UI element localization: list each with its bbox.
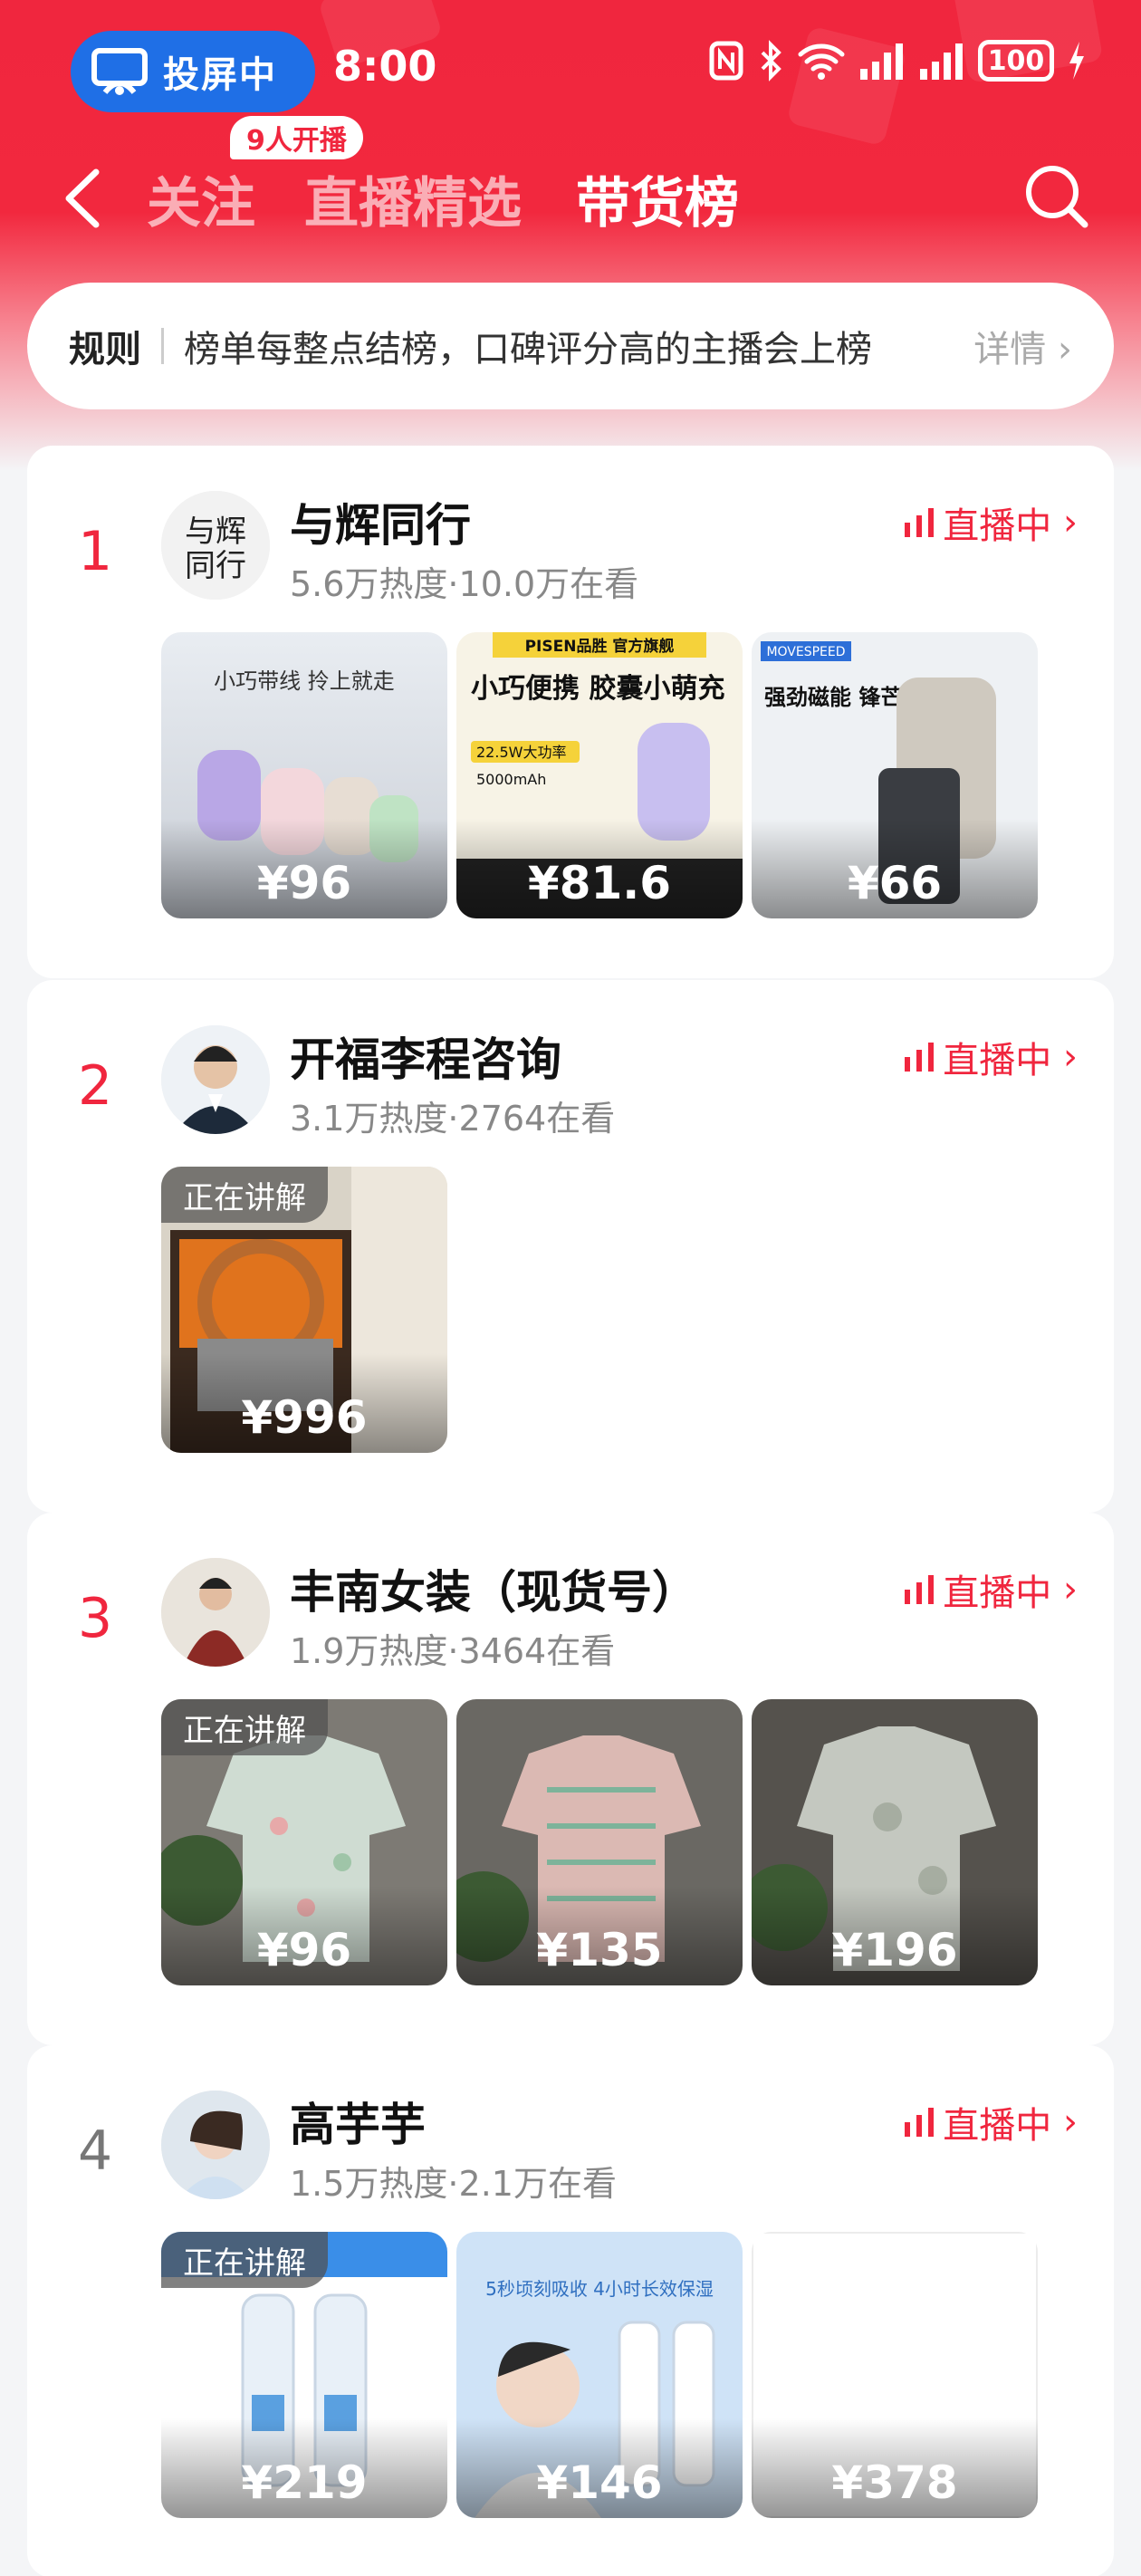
avatar[interactable] [161, 1558, 270, 1667]
rule-details-link[interactable]: 详情 › [973, 320, 1072, 372]
live-status-button[interactable]: 直播中 › [903, 1031, 1078, 1083]
rule-label: 规则 [69, 329, 141, 370]
live-bars-icon [905, 508, 935, 537]
screen-cast-icon [91, 48, 148, 95]
streamer-name: 高芋芋 [290, 2099, 426, 2151]
avatar[interactable] [161, 2091, 270, 2199]
product-list: 正在讲解 ¥219 5秒顷刻吸收 4小时长效保湿 ¥146 ¥378 [161, 2232, 1038, 2518]
signal-icon-2 [920, 43, 963, 80]
svg-text:22.5W大功率: 22.5W大功率 [476, 744, 566, 761]
streamer-name: 与辉同行 [290, 499, 471, 552]
svg-text:5000mAh: 5000mAh [476, 771, 546, 788]
explaining-badge: 正在讲解 [161, 1699, 328, 1755]
product-price: ¥135 [536, 1924, 663, 1976]
rank-number: 3 [78, 1587, 113, 1650]
avatar[interactable]: 与辉 同行 [161, 491, 270, 600]
live-status-button[interactable]: 直播中 › [903, 496, 1078, 549]
product-card[interactable]: 5秒顷刻吸收 4小时长效保湿 ¥146 [456, 2232, 743, 2518]
explaining-badge: 正在讲解 [161, 2232, 328, 2288]
system-icons: 100 [708, 40, 1087, 82]
product-price: ¥219 [241, 2456, 368, 2509]
live-status-button[interactable]: 直播中 › [903, 2096, 1078, 2148]
svg-text:与辉: 与辉 [185, 514, 246, 550]
streamer-card[interactable]: 4 高芋芋 1.5万热度·2.1万在看 直播中 › 正在讲解 ¥219 5秒顷刻… [27, 2045, 1114, 2576]
svg-text:PISEN品胜 官方旗舰: PISEN品胜 官方旗舰 [525, 637, 675, 656]
product-price: ¥96 [256, 857, 352, 909]
product-price: ¥146 [536, 2456, 663, 2509]
rank-number: 1 [78, 520, 113, 583]
svg-text:MOVESPEED: MOVESPEED [766, 645, 845, 659]
product-card[interactable]: 小巧带线 拎上就走 ¥96 [161, 632, 447, 918]
rank-number: 4 [78, 2119, 113, 2183]
streamer-stats: 1.5万热度·2.1万在看 [290, 2164, 617, 2204]
back-arrow-icon[interactable] [56, 167, 110, 230]
live-status-button[interactable]: 直播中 › [903, 1563, 1078, 1616]
product-price: ¥66 [847, 857, 943, 909]
streamer-stats: 1.9万热度·3464在看 [290, 1631, 616, 1671]
top-navigation: 9人开播 关注 直播精选 带货榜 [0, 116, 1141, 254]
screen-cast-indicator[interactable]: 投屏中 [71, 31, 315, 112]
bluetooth-icon [761, 40, 781, 82]
product-price: ¥996 [241, 1391, 368, 1444]
battery-indicator: 100 [978, 40, 1054, 82]
clock: 8:00 [333, 42, 437, 91]
product-card[interactable]: ¥196 [752, 1699, 1038, 1985]
product-price: ¥378 [831, 2456, 958, 2509]
streamer-card[interactable]: 3 丰南女装（现货号） 1.9万热度·3464在看 直播中 › 正在讲解 ¥96 [27, 1513, 1114, 2045]
live-bars-icon [905, 2108, 935, 2137]
streamer-card[interactable]: 1 与辉 同行 与辉同行 5.6万热度·10.0万在看 直播中 › 小巧带线 拎… [27, 446, 1114, 978]
explaining-badge: 正在讲解 [161, 1167, 328, 1223]
rule-divider [161, 328, 164, 364]
product-list: 正在讲解 ¥996 [161, 1167, 447, 1453]
rule-text: 榜单每整点结榜，口碑评分高的主播会上榜 [184, 329, 872, 370]
svg-text:同行: 同行 [185, 548, 246, 584]
svg-text:小巧便携 胶囊小萌充: 小巧便携 胶囊小萌充 [471, 673, 724, 705]
signal-icon-1 [860, 43, 903, 80]
cast-label: 投屏中 [163, 54, 277, 96]
product-price: ¥196 [831, 1924, 958, 1976]
svg-text:5秒顷刻吸收 4小时长效保湿: 5秒顷刻吸收 4小时长效保湿 [485, 2278, 714, 2300]
status-bar: 投屏中 8:00 100 [0, 0, 1141, 136]
nfc-icon [709, 41, 743, 81]
tab-sales-ranking[interactable]: 带货榜 [576, 159, 739, 238]
product-card[interactable]: 正在讲解 ¥996 [161, 1167, 447, 1453]
product-card[interactable]: 正在讲解 ¥96 [161, 1699, 447, 1985]
rule-banner[interactable]: 规则 榜单每整点结榜，口碑评分高的主播会上榜 详情 › [27, 283, 1114, 409]
charging-icon [1069, 42, 1084, 80]
streamer-name: 丰南女装（现货号） [290, 1566, 697, 1619]
search-icon[interactable] [1021, 161, 1090, 230]
streamer-card[interactable]: 2 开福李程咨询 3.1万热度·2764在看 直播中 › 正在讲解 ¥996 [27, 980, 1114, 1513]
live-bars-icon [905, 1043, 935, 1072]
svg-text:小巧带线 拎上就走: 小巧带线 拎上就走 [214, 668, 395, 694]
product-price: ¥96 [256, 1924, 352, 1976]
streamer-name: 开福李程咨询 [290, 1033, 561, 1086]
product-price: ¥81.6 [527, 857, 672, 909]
streamer-stats: 3.1万热度·2764在看 [290, 1099, 616, 1139]
rank-number: 2 [78, 1054, 113, 1118]
live-bars-icon [905, 1575, 935, 1604]
product-list: 小巧带线 拎上就走 ¥96 PISEN品胜 官方旗舰 小巧便携 胶囊小萌充 22… [161, 632, 1038, 918]
streamer-stats: 5.6万热度·10.0万在看 [290, 564, 639, 604]
tab-follow[interactable]: 关注 [147, 159, 255, 238]
tab-live-picks[interactable]: 直播精选 [304, 159, 522, 238]
product-card[interactable]: ¥135 [456, 1699, 743, 1985]
wifi-icon [798, 43, 845, 80]
product-card[interactable]: 正在讲解 ¥219 [161, 2232, 447, 2518]
live-count-badge: 9人开播 [230, 116, 363, 159]
product-card[interactable]: PISEN品胜 官方旗舰 小巧便携 胶囊小萌充 22.5W大功率 5000mAh… [456, 632, 743, 918]
product-list: 正在讲解 ¥96 ¥135 ¥196 [161, 1699, 1038, 1985]
avatar[interactable] [161, 1025, 270, 1134]
product-card[interactable]: ¥378 [752, 2232, 1038, 2518]
product-card[interactable]: MOVESPEED 强劲磁能 锋芒毕露 ¥66 [752, 632, 1038, 918]
